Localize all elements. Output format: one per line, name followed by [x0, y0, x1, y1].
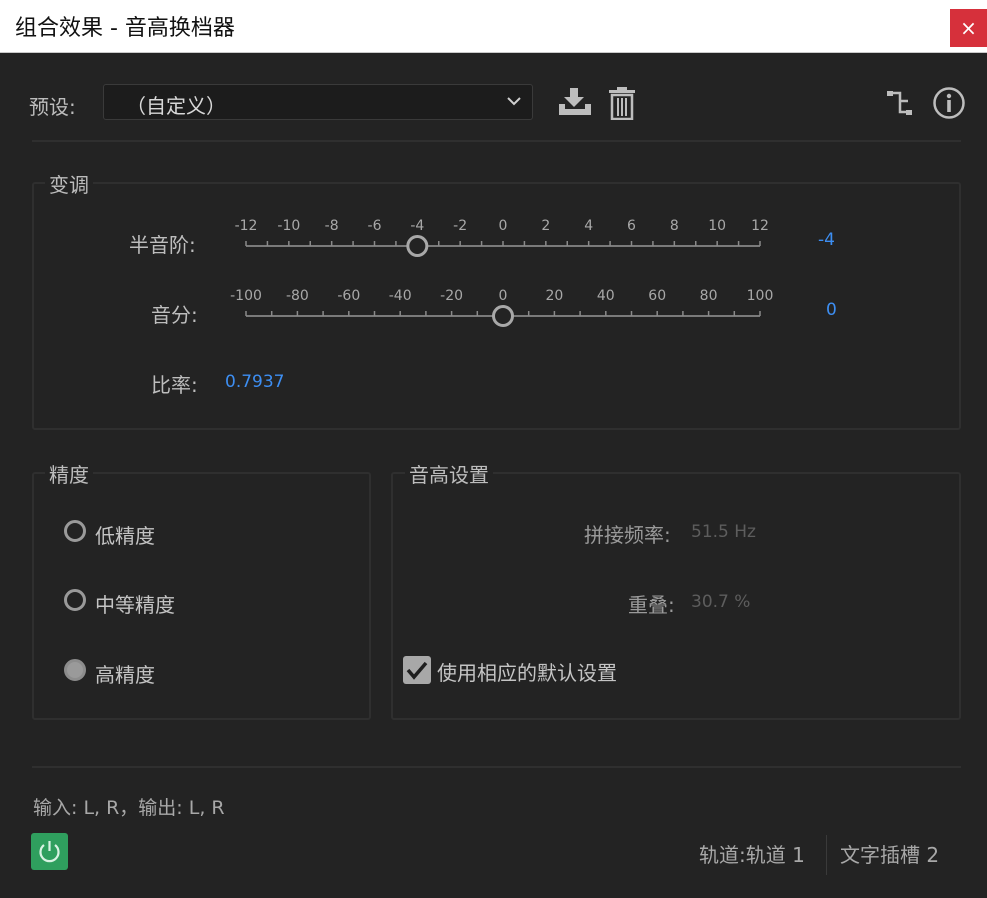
- window-title: 组合效果 - 音高换档器: [15, 16, 235, 41]
- cents-tick-label: -20: [440, 288, 463, 304]
- ratio-label: 比率:: [151, 373, 198, 397]
- close-icon: ×: [960, 16, 977, 40]
- semitone-value[interactable]: -4: [818, 230, 835, 250]
- overlap-value[interactable]: 30.7 %: [691, 592, 750, 612]
- cents-tick-label: 20: [545, 288, 563, 304]
- semitone-tick-label: -8: [325, 218, 339, 234]
- semitone-tick-label: 12: [751, 218, 769, 234]
- close-button[interactable]: ×: [950, 9, 987, 47]
- semitone-tick-label: -10: [277, 218, 300, 234]
- semitone-tick-label: -2: [453, 218, 467, 234]
- semitone-tick-label: 6: [627, 218, 636, 234]
- use-default-label: 使用相应的默认设置: [437, 661, 617, 685]
- bottom-divider: [32, 766, 961, 768]
- pitch-settings-legend: 音高设置: [405, 459, 493, 488]
- semitone-tick-label: 2: [541, 218, 550, 234]
- chevron-down-icon: [507, 97, 521, 106]
- power-button[interactable]: [31, 833, 68, 870]
- download-preset-icon[interactable]: [557, 86, 593, 118]
- transpose-legend: 变调: [45, 169, 93, 198]
- footer-separator: [826, 835, 827, 875]
- power-icon: [39, 841, 60, 863]
- cents-tick-label: 80: [700, 288, 718, 304]
- cents-slider[interactable]: -100 -80 -60 -40 -20 0 20 40 60 80 100: [230, 282, 780, 332]
- cents-tick-label: 100: [747, 288, 774, 304]
- semitone-tick-label: 0: [499, 218, 508, 234]
- use-default-checkbox[interactable]: [403, 656, 431, 684]
- preset-value: （自定义）: [126, 94, 226, 118]
- cents-handle[interactable]: [492, 305, 514, 327]
- cents-tick-label: -80: [286, 288, 309, 304]
- cents-tick-label: -40: [389, 288, 412, 304]
- info-icon[interactable]: [932, 86, 966, 120]
- preset-dropdown[interactable]: （自定义）: [103, 84, 533, 120]
- preset-label: 预设:: [29, 95, 76, 119]
- semitone-tick-label: -6: [368, 218, 382, 234]
- slot-info: 文字插槽 2: [840, 843, 940, 867]
- radio-low-label: 低精度: [95, 524, 155, 548]
- routing-icon[interactable]: [886, 89, 914, 117]
- radio-medium[interactable]: [64, 589, 86, 611]
- semitone-handle[interactable]: [406, 235, 429, 257]
- top-divider: [32, 140, 961, 142]
- precision-legend: 精度: [45, 459, 93, 488]
- track-info: 轨道:轨道 1: [699, 843, 805, 867]
- splice-frequency-value[interactable]: 51.5 Hz: [691, 522, 756, 542]
- overlap-label: 重叠:: [628, 593, 675, 617]
- radio-high[interactable]: [64, 659, 86, 681]
- cents-tick-label: 0: [499, 288, 508, 304]
- cents-value[interactable]: 0: [826, 300, 837, 320]
- radio-high-label: 高精度: [95, 663, 155, 687]
- trash-icon[interactable]: [607, 86, 637, 120]
- semitone-tick-label: -4: [410, 218, 424, 234]
- semitone-label: 半音阶:: [129, 233, 196, 257]
- semitone-tick-label: -12: [235, 218, 258, 234]
- checkmark-icon: [406, 661, 428, 680]
- radio-low[interactable]: [64, 520, 86, 542]
- cents-tick-label: 40: [597, 288, 615, 304]
- semitone-slider[interactable]: -12 -10 -8 -6 -4 -2 0 2 4 6 8 10 12: [230, 212, 780, 262]
- radio-medium-label: 中等精度: [95, 593, 175, 617]
- cents-tick-label: 60: [648, 288, 666, 304]
- io-info: 输入: L, R，输出: L, R: [33, 797, 225, 819]
- cents-tick-label: -100: [230, 288, 262, 304]
- ratio-value: 0.7937: [225, 372, 285, 392]
- title-bar: 组合效果 - 音高换档器 ×: [0, 0, 987, 53]
- cents-label: 音分:: [151, 303, 198, 327]
- splice-frequency-label: 拼接频率:: [584, 523, 671, 547]
- semitone-tick-label: 8: [670, 218, 679, 234]
- cents-tick-label: -60: [337, 288, 360, 304]
- semitone-tick-label: 10: [708, 218, 726, 234]
- semitone-tick-label: 4: [584, 218, 593, 234]
